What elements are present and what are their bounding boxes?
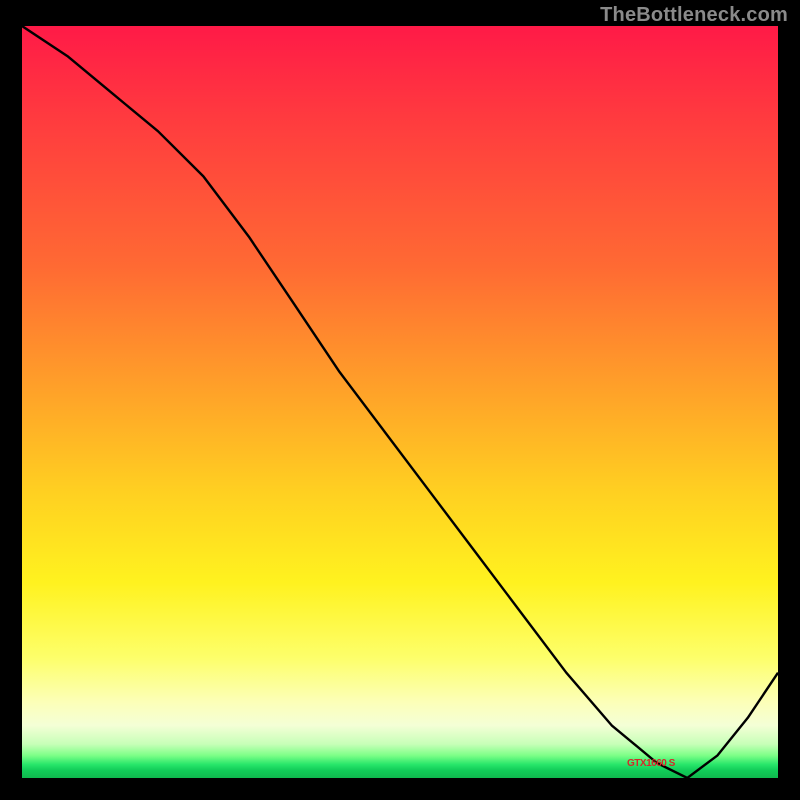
bottleneck-curve-svg [22,26,778,778]
plot-area: GTX1660 S [22,26,778,778]
gpu-marker-label: GTX1660 S [627,758,675,769]
credit-text: TheBottleneck.com [600,4,788,27]
bottleneck-curve-path [22,26,778,778]
